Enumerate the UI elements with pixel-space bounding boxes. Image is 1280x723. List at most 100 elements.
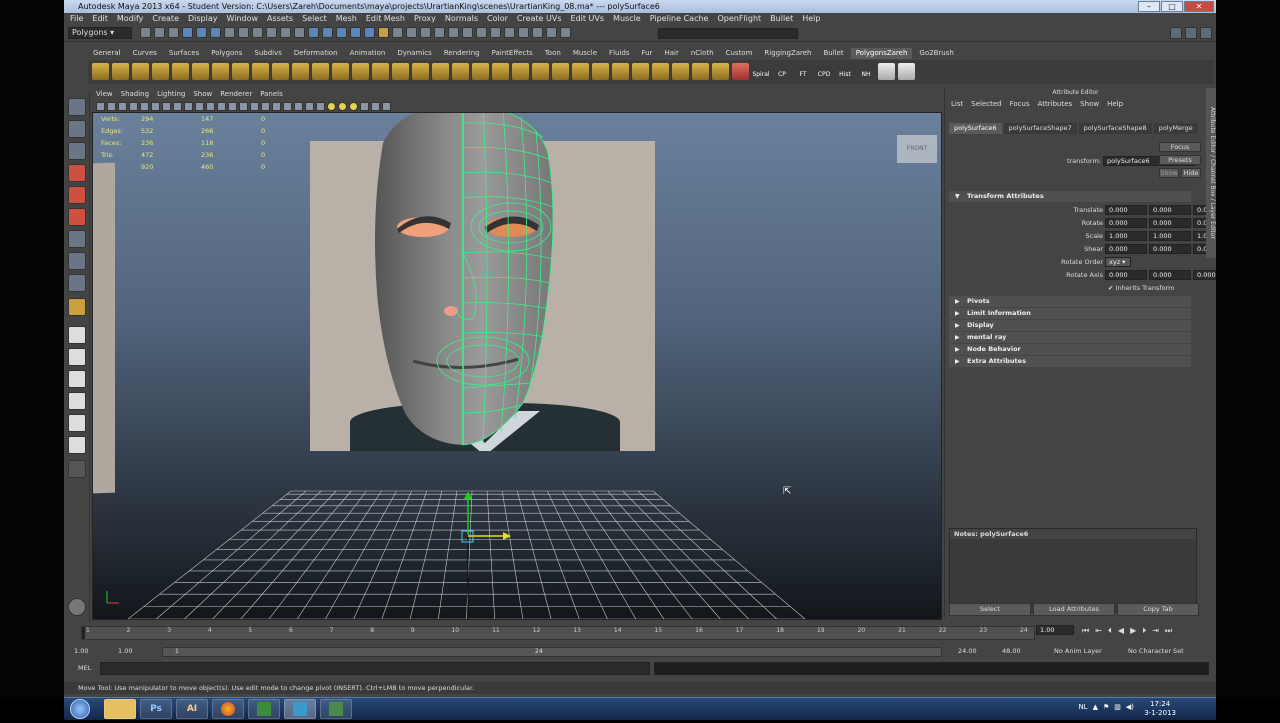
view-cube-front[interactable]: FRONT (897, 135, 937, 163)
menu-window[interactable]: Window (227, 13, 259, 25)
shelf-tab-dynamics[interactable]: Dynamics (392, 48, 437, 59)
shelf-tool-icon[interactable] (712, 63, 729, 80)
network-icon[interactable]: ▥ (1114, 703, 1121, 711)
camera-icon[interactable] (151, 101, 160, 111)
shading-icon[interactable] (294, 101, 303, 111)
shelf-button-cp[interactable]: CP (773, 63, 791, 81)
shelf-tool-icon[interactable] (412, 63, 429, 80)
snap-curve-icon[interactable] (322, 27, 333, 38)
copy-tab-button[interactable]: Copy Tab (1117, 603, 1199, 616)
lighting-icon[interactable] (349, 101, 358, 111)
maximize-button[interactable]: □ (1161, 1, 1183, 12)
show-button[interactable]: Show (1159, 168, 1179, 178)
viewport-menu-view[interactable]: View (96, 89, 113, 100)
select-hierarchy-icon[interactable] (182, 27, 193, 38)
viewport-menu-shading[interactable]: Shading (121, 89, 149, 100)
mask-icon[interactable] (238, 27, 249, 38)
shelf-tool-icon[interactable] (592, 63, 609, 80)
manipulator-tool-icon[interactable] (68, 230, 86, 248)
maya-taskbar-icon[interactable] (284, 699, 316, 719)
grid-icon[interactable] (184, 101, 193, 111)
shelf-tab-fur[interactable]: Fur (637, 48, 658, 59)
camera-icon[interactable] (173, 101, 182, 111)
shelf-tab-bullet[interactable]: Bullet (819, 48, 849, 59)
shelf-tab-custom[interactable]: Custom (721, 48, 758, 59)
shelf-tool-icon[interactable] (112, 63, 129, 80)
menu-normals[interactable]: Normals (445, 13, 478, 25)
illustrator-taskbar-icon[interactable]: AI (176, 699, 208, 719)
shelf-tool-icon[interactable] (472, 63, 489, 80)
shelf-button-hist[interactable]: Hist (836, 63, 854, 81)
select-button[interactable]: Select (949, 603, 1031, 616)
rotate-axis-z-field[interactable]: 0.000 (1193, 270, 1216, 280)
shelf-tool-icon[interactable] (898, 63, 915, 80)
xray-icon[interactable] (371, 101, 380, 111)
shelf-tab-painteffects[interactable]: PaintEffects (487, 48, 538, 59)
menu-create[interactable]: Create (152, 13, 179, 25)
render-icon[interactable] (392, 27, 403, 38)
shear-x-field[interactable]: 0.000 (1105, 244, 1147, 254)
camera-icon[interactable] (96, 101, 105, 111)
presets-button[interactable]: Presets (1159, 155, 1201, 165)
shelf-tool-icon[interactable] (172, 63, 189, 80)
shelf-button-spiral[interactable]: Spiral (752, 63, 770, 81)
go-to-end-icon[interactable]: ⏭ (1165, 626, 1172, 636)
tool-icon[interactable] (504, 27, 515, 38)
ae-menu-show[interactable]: Show (1080, 98, 1099, 111)
menu-openflight[interactable]: OpenFlight (717, 13, 761, 25)
mask-icon[interactable] (280, 27, 291, 38)
shelf-tab-hair[interactable]: Hair (659, 48, 683, 59)
shelf-tab-polygons[interactable]: Polygons (206, 48, 247, 59)
make-live-icon[interactable] (364, 27, 375, 38)
viewport[interactable]: Verts: 294 147 0 Edges: 532 266 0 Faces: 236 118… (92, 112, 942, 620)
shelf-tool-icon[interactable] (392, 63, 409, 80)
mask-icon[interactable] (252, 27, 263, 38)
animation-end-field[interactable]: 48.00 (1002, 647, 1021, 655)
shading-icon[interactable] (283, 101, 292, 111)
node-tab-polysurfaceshape8[interactable]: polySurfaceShape8 (1078, 123, 1152, 134)
tool-icon[interactable] (448, 27, 459, 38)
menu-edit[interactable]: Edit (92, 13, 108, 25)
shelf-tool-icon[interactable] (692, 63, 709, 80)
shelf-tool-icon[interactable] (572, 63, 589, 80)
shelf-tool-icon[interactable] (272, 63, 289, 80)
tool-icon[interactable] (434, 27, 445, 38)
ae-menu-help[interactable]: Help (1107, 98, 1123, 111)
shelf-tool-icon[interactable] (372, 63, 389, 80)
last-tool-icon[interactable] (68, 274, 86, 292)
section-transform-attributes[interactable]: ▼ Transform Attributes (949, 191, 1191, 202)
menu-mesh[interactable]: Mesh (336, 13, 357, 25)
rotate-axis-x-field[interactable]: 0.000 (1105, 270, 1147, 280)
go-to-start-icon[interactable]: ⏮ (1082, 626, 1089, 636)
node-tab-polysurfaceshape7[interactable]: polySurfaceShape7 (1003, 123, 1077, 134)
node-tab-polymerge[interactable]: polyMerge (1153, 123, 1198, 134)
load-attributes-button[interactable]: Load Attributes (1033, 603, 1115, 616)
snap-point-icon[interactable] (336, 27, 347, 38)
rotate-x-field[interactable]: 0.000 (1105, 218, 1147, 228)
time-slider-track[interactable]: 1 2 3 4 5 6 7 8 9 10 11 12 13 14 15 16 17 18 19 20 21 22 23 24 (81, 626, 1035, 640)
lasso-tool-icon[interactable] (68, 120, 86, 138)
mask-icon[interactable] (294, 27, 305, 38)
tool-icon[interactable] (518, 27, 529, 38)
outliner-layout-icon[interactable] (68, 392, 86, 410)
menu-assets[interactable]: Assets (267, 13, 293, 25)
scale-tool-icon[interactable] (68, 208, 86, 226)
history-icon[interactable] (378, 27, 389, 38)
shelf-tab-curves[interactable]: Curves (128, 48, 162, 59)
inherits-transform-checkbox[interactable]: ✔ Inherits Transform (1108, 283, 1175, 293)
translate-y-field[interactable]: 0.000 (1149, 205, 1191, 215)
snap-plane-icon[interactable] (350, 27, 361, 38)
four-pane-layout-icon[interactable] (68, 348, 86, 366)
section-extra-attributes[interactable]: ▶ Extra Attributes (949, 356, 1191, 367)
step-back-key-icon[interactable]: ⇤ (1095, 626, 1102, 636)
shear-y-field[interactable]: 0.000 (1149, 244, 1191, 254)
step-back-frame-icon[interactable]: ⏴ (1108, 626, 1112, 636)
snap-grid-icon[interactable] (308, 27, 319, 38)
shelf-tab-muscle[interactable]: Muscle (568, 48, 602, 59)
grid-icon[interactable] (250, 101, 259, 111)
menu-muscle[interactable]: Muscle (613, 13, 641, 25)
play-forwards-icon[interactable]: ▶ (1130, 626, 1136, 636)
start-button[interactable] (70, 699, 90, 719)
render-settings-icon[interactable] (420, 27, 431, 38)
channel-box-toggle-icon[interactable] (1200, 27, 1212, 39)
